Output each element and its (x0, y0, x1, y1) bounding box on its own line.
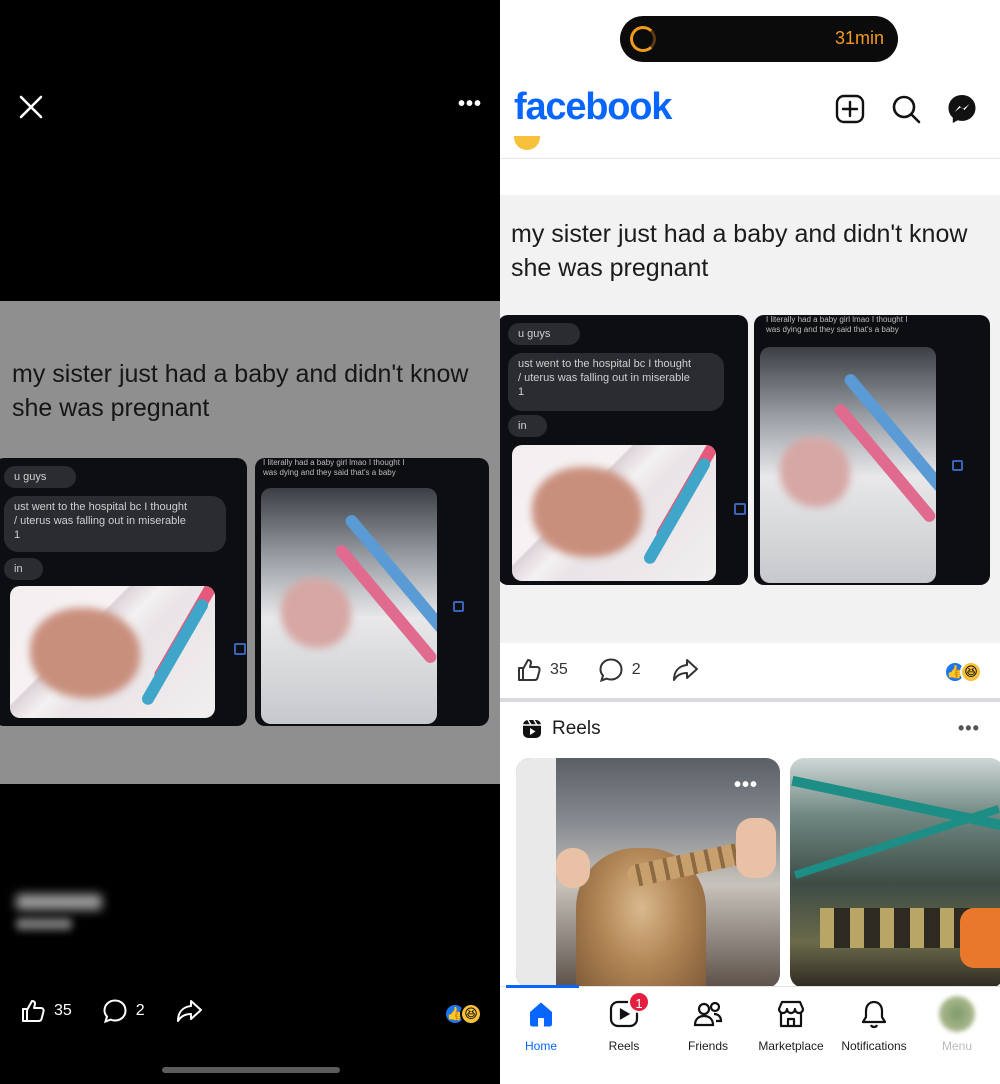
photo-viewer: ••• my sister just had a baby and didn't… (0, 0, 500, 1084)
post-date-blurred (16, 918, 72, 930)
nav-label: Notifications (841, 1039, 907, 1053)
facebook-feed: 31min facebook my sister just had a baby… (500, 0, 1000, 1084)
reels-more-button[interactable]: ••• (958, 718, 980, 739)
like-button[interactable]: 35 (516, 657, 568, 683)
share-icon (672, 659, 698, 681)
post-divider (500, 698, 1000, 702)
create-button[interactable] (834, 93, 866, 125)
author-info (16, 894, 102, 930)
post-image[interactable]: my sister just had a baby and didn't kno… (0, 301, 500, 784)
nav-friends[interactable]: Friends (665, 997, 751, 1053)
more-icon: ••• (457, 93, 482, 115)
viewer-action-bar: 35 2 (20, 998, 203, 1024)
bell-icon (861, 1000, 887, 1029)
comment-icon (103, 999, 127, 1024)
comment-count: 2 (135, 1002, 145, 1019)
reel-card[interactable] (790, 758, 1000, 988)
nav-label: Marketplace (758, 1039, 824, 1053)
author-name-blurred[interactable] (16, 894, 102, 910)
like-button[interactable]: 35 (20, 998, 72, 1024)
nursery-screenshot: I literally had a baby girl lmao I thoug… (754, 315, 990, 585)
bottom-nav: Home 1 Reels Friends Marketplace Notific… (500, 985, 1000, 1084)
caption-text: I literally had a baby girl lmao I thoug… (263, 458, 405, 477)
feed-action-bar: 35 2 (516, 657, 699, 683)
friends-icon (693, 1001, 723, 1027)
messenger-icon (948, 95, 976, 123)
haha-reaction-icon: 😆 (960, 661, 982, 683)
download-icon (952, 460, 963, 471)
reels-header[interactable]: Reels (522, 718, 601, 740)
chat-screenshot: u guys ust went to the hospital bc I tho… (500, 315, 748, 585)
nursery-photo (760, 347, 936, 583)
nursery-photo (261, 488, 437, 724)
download-icon (234, 643, 246, 655)
search-icon (892, 95, 921, 124)
dynamic-island[interactable]: 31min (620, 16, 898, 62)
search-button[interactable] (890, 93, 922, 125)
close-button[interactable] (16, 92, 46, 122)
home-icon (530, 1002, 552, 1027)
reels-title: Reels (552, 718, 601, 739)
nav-marketplace[interactable]: Marketplace (748, 997, 834, 1053)
nursery-screenshot: I literally had a baby girl lmao I thoug… (255, 458, 489, 726)
haha-reaction-icon: 😆 (460, 1003, 482, 1025)
image-post-text: my sister just had a baby and didn't kno… (12, 360, 469, 422)
avatar (939, 996, 975, 1032)
reel-card[interactable]: ••• (516, 758, 780, 988)
chat-message: ust went to the hospital bc I thought / … (508, 353, 724, 411)
nav-active-indicator (506, 985, 579, 988)
like-count: 35 (54, 1002, 72, 1019)
comment-button[interactable]: 2 (102, 998, 145, 1024)
messenger-button[interactable] (946, 93, 978, 125)
share-button[interactable] (175, 998, 203, 1024)
emoji-peek (514, 136, 540, 150)
plus-square-icon (835, 94, 865, 124)
marketplace-icon (777, 1000, 805, 1028)
share-button[interactable] (671, 657, 699, 683)
reels-icon (523, 719, 541, 738)
thumbs-up-icon (22, 1000, 45, 1022)
chat-message: in (508, 415, 547, 437)
more-options-button[interactable]: ••• (452, 92, 488, 120)
caption-text: I literally had a baby girl lmao I thoug… (766, 315, 908, 334)
nav-menu[interactable]: Menu (914, 996, 1000, 1053)
reaction-summary[interactable]: 👍 😆 (944, 661, 982, 683)
download-icon (734, 503, 746, 515)
comment-count: 2 (631, 661, 641, 678)
home-indicator[interactable] (162, 1067, 340, 1073)
laugh-reaction-emoji: 😂 (16, 950, 40, 972)
like-count: 35 (550, 661, 568, 678)
nav-label: Menu (941, 1039, 973, 1053)
nav-notifications[interactable]: Notifications (831, 997, 917, 1053)
nav-label: Home (524, 1039, 557, 1053)
reaction-summary[interactable]: 👍 😆 (444, 1003, 482, 1025)
nav-label: Reels (608, 1039, 640, 1053)
download-icon (453, 601, 464, 612)
nav-reels[interactable]: 1 Reels (581, 991, 667, 1053)
baby-photo (10, 586, 215, 718)
nav-home[interactable]: Home (500, 997, 584, 1053)
baby-photo (512, 445, 716, 581)
close-icon (19, 95, 43, 119)
comment-button[interactable]: 2 (598, 657, 641, 683)
reels-badge: 1 (628, 991, 650, 1013)
image-post-text: my sister just had a baby and didn't kno… (511, 220, 968, 282)
chat-message: u guys (4, 466, 77, 488)
timer-ring-icon (630, 26, 656, 52)
chat-screenshot: u guys ust went to the hospital bc I tho… (0, 458, 247, 726)
share-icon (176, 1000, 202, 1022)
comment-icon (599, 658, 623, 683)
chat-message: in (4, 558, 43, 580)
chat-message: ust went to the hospital bc I thought / … (4, 496, 226, 552)
nav-label: Friends (687, 1039, 728, 1053)
reel-options-button[interactable]: ••• (734, 775, 758, 795)
thumbs-up-icon (518, 659, 541, 681)
header-divider (500, 158, 1000, 159)
timer-text: 31min (834, 28, 884, 48)
chat-message: u guys (508, 323, 581, 345)
feed-post-image[interactable]: my sister just had a baby and didn't kno… (500, 195, 1000, 643)
facebook-logo[interactable]: facebook (514, 86, 672, 129)
